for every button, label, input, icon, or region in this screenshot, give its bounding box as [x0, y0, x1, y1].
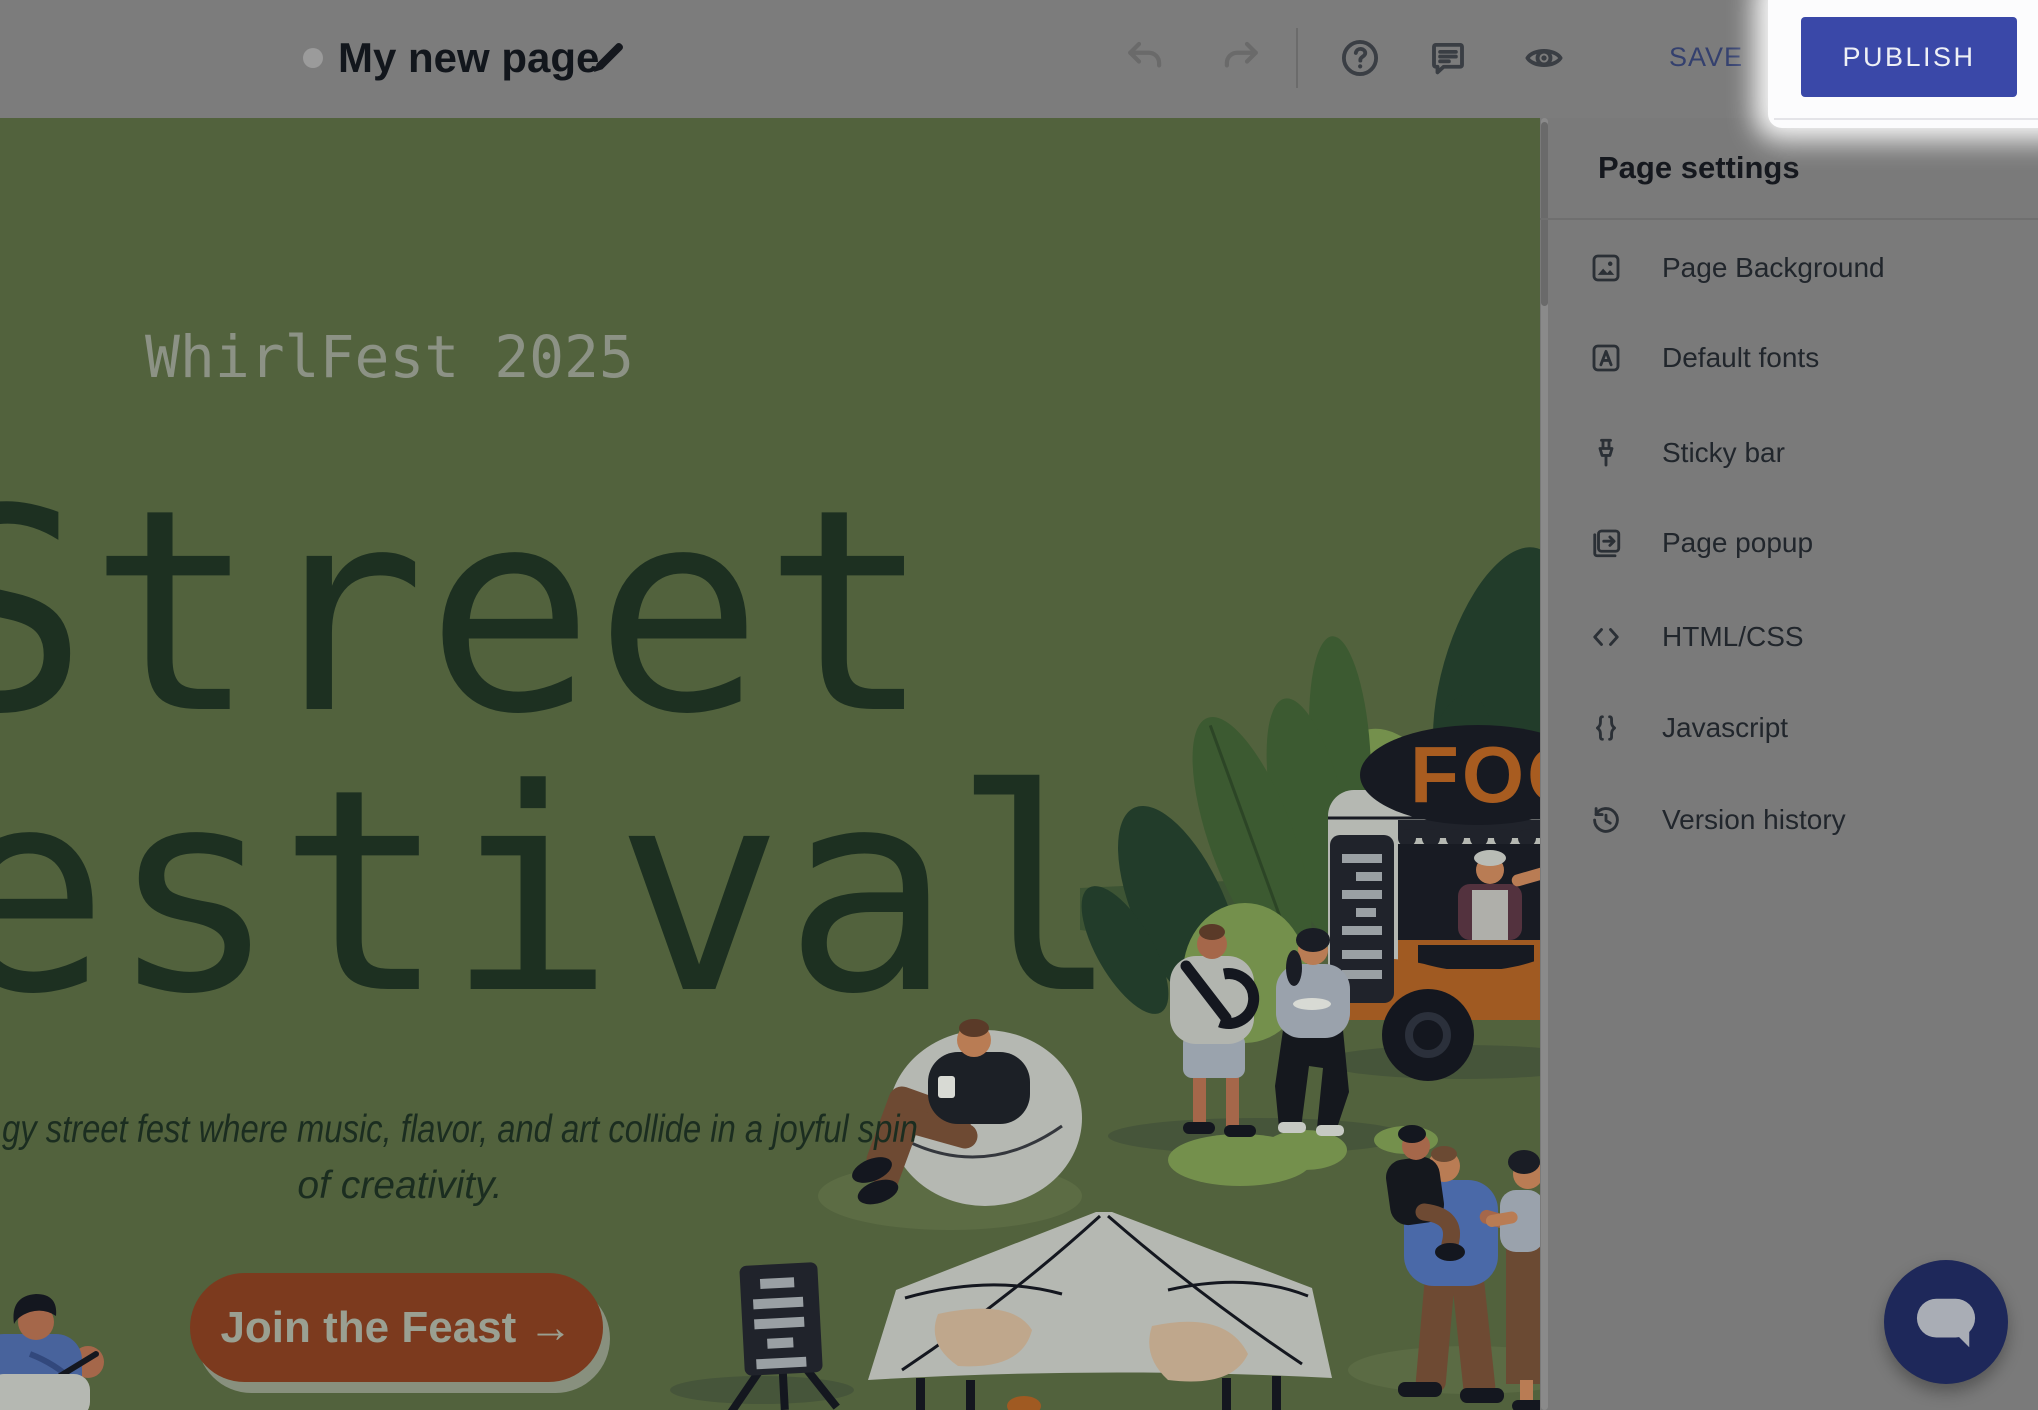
sidebar-item-label: Javascript	[1662, 712, 1788, 744]
page-settings-title: Page settings	[1598, 150, 1800, 186]
save-button[interactable]: SAVE	[1666, 42, 1746, 73]
preview-button[interactable]	[1522, 36, 1566, 80]
font-icon	[1588, 340, 1624, 376]
hero-eyebrow: WhirlFest 2025	[145, 323, 634, 391]
help-button[interactable]	[1338, 36, 1382, 80]
status-dot	[303, 48, 323, 68]
sidebar-item-page-popup[interactable]: Page popup	[1540, 511, 2038, 575]
sidebar-item-label: HTML/CSS	[1662, 621, 1804, 653]
pin-icon	[1588, 435, 1624, 471]
sidebar-item-label: Page popup	[1662, 527, 1813, 559]
pencil-icon	[587, 37, 629, 79]
editor-toolbar: My new page	[0, 0, 2038, 118]
toolbar-bottom-border	[1774, 118, 2038, 120]
sidebar-scrollbar-track	[1541, 118, 1548, 1410]
redo-icon	[1219, 37, 1261, 79]
redo-button[interactable]	[1218, 36, 1262, 80]
canopy-tent	[868, 1212, 1332, 1410]
hero-heading-line2: Festival	[0, 753, 1121, 1033]
history-icon	[1588, 802, 1624, 838]
publish-button[interactable]: PUBLISH	[1801, 17, 2017, 97]
sidebar-item-page-background[interactable]: Page Background	[1540, 236, 2038, 300]
edit-title-button[interactable]	[586, 36, 630, 80]
sidebar-item-label: Version history	[1662, 804, 1846, 836]
comment-icon	[1427, 37, 1469, 79]
chat-bubble-icon	[1911, 1291, 1981, 1353]
sidebar-item-html-css[interactable]: HTML/CSS	[1540, 605, 2038, 669]
sidebar-item-label: Sticky bar	[1662, 437, 1785, 469]
sidebar-item-label: Page Background	[1662, 252, 1885, 284]
braces-icon	[1588, 710, 1624, 746]
page-canvas: FOO	[0, 118, 1540, 1410]
sidebar-item-sticky-bar[interactable]: Sticky bar	[1540, 421, 2038, 485]
sidebar-item-default-fonts[interactable]: Default fonts	[1540, 326, 2038, 390]
join-the-feast-button[interactable]: Join the Feast →	[190, 1273, 603, 1382]
undo-icon	[1125, 37, 1167, 79]
undo-button[interactable]	[1124, 36, 1168, 80]
toolbar-divider	[1296, 28, 1298, 88]
image-icon	[1588, 250, 1624, 286]
page-settings-panel: Page settings Page Background Default fo…	[1540, 118, 2038, 1410]
sidebar-item-javascript[interactable]: Javascript	[1540, 696, 2038, 760]
page-builder-window: FOO	[0, 0, 2038, 1410]
help-icon	[1339, 37, 1381, 79]
sidebar-item-label: Default fonts	[1662, 342, 1819, 374]
hero-subtitle-line1: gy street fest where music, flavor, and …	[2, 1108, 918, 1152]
comments-button[interactable]	[1426, 36, 1470, 80]
sidebar-divider	[1540, 218, 2038, 220]
eye-icon	[1523, 37, 1565, 79]
sidebar-item-version-history[interactable]: Version history	[1540, 788, 2038, 852]
hero-subtitle-line2: of creativity.	[0, 1164, 800, 1208]
code-icon	[1588, 619, 1624, 655]
hero-heading-line1: Street	[0, 473, 931, 753]
seated-artist	[0, 1294, 104, 1410]
popup-icon	[1588, 525, 1624, 561]
chat-launcher-button[interactable]	[1884, 1260, 2008, 1384]
page-title: My new page	[338, 34, 599, 82]
truck-sign-text: FOO	[1410, 730, 1540, 819]
